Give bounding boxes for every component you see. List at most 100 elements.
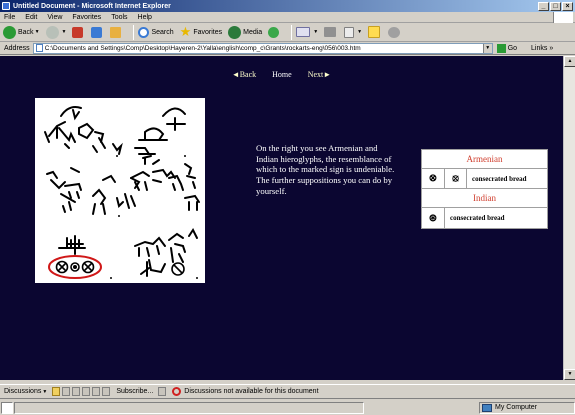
refresh-button[interactable] bbox=[91, 25, 104, 40]
chevron-down-icon[interactable]: ▼ bbox=[482, 43, 492, 53]
menu-favorites[interactable]: Favorites bbox=[72, 14, 101, 21]
messenger-button[interactable] bbox=[388, 25, 402, 40]
forward-button[interactable]: ▼ bbox=[45, 25, 67, 40]
go-button[interactable]: Go bbox=[496, 43, 518, 53]
stop-icon bbox=[72, 26, 84, 38]
standard-toolbar: Back ▼ ▼ Search ★ Favorites Media ▼ ▼ bbox=[0, 23, 575, 42]
discussion-tool-icon[interactable] bbox=[72, 387, 81, 396]
links-button[interactable]: Links » bbox=[531, 45, 553, 52]
scroll-up-icon[interactable]: ▲ bbox=[564, 56, 575, 67]
history-button[interactable] bbox=[268, 25, 281, 40]
page-content: ◄Back Home Next► On the right you see Ar… bbox=[0, 56, 563, 380]
discussion-tool-icon[interactable] bbox=[102, 387, 111, 396]
back-button[interactable]: Back ▼ bbox=[3, 25, 40, 40]
discussions-button[interactable]: Discussions ▼ bbox=[4, 388, 47, 395]
security-zone: My Computer bbox=[479, 401, 575, 414]
refresh-icon bbox=[91, 26, 103, 38]
search-button[interactable]: Search bbox=[138, 25, 174, 40]
status-bar: My Computer bbox=[0, 400, 575, 415]
go-label: Go bbox=[507, 44, 518, 52]
vertical-scrollbar[interactable]: ▲ ▼ bbox=[563, 56, 575, 380]
page-status-icon bbox=[1, 401, 13, 414]
search-label: Search bbox=[151, 28, 174, 36]
hieroglyph-comparison-table: Armenian ⊗ ⦻ consecrated bread Indian ⊛ … bbox=[421, 149, 548, 229]
new-discussion-icon[interactable] bbox=[52, 387, 61, 396]
not-available-icon bbox=[172, 387, 182, 396]
discussion-tool-icon[interactable] bbox=[92, 387, 101, 396]
mail-icon bbox=[296, 27, 311, 37]
printer-icon bbox=[324, 27, 337, 37]
nav-home-link[interactable]: Home bbox=[272, 70, 292, 79]
indian-meaning: consecrated bread bbox=[450, 214, 505, 222]
chevron-down-icon[interactable]: ▼ bbox=[313, 29, 318, 35]
title-bar: Untitled Document - Microsoft Internet E… bbox=[0, 0, 575, 12]
address-bar: Address C:\Documents and Settings\Comp\D… bbox=[0, 42, 575, 55]
zone-label: My Computer bbox=[495, 404, 538, 411]
ie-icon bbox=[2, 2, 10, 10]
media-icon bbox=[228, 25, 242, 39]
mail-button[interactable]: ▼ bbox=[296, 25, 318, 40]
menu-bar: File Edit View Favorites Tools Help bbox=[0, 12, 575, 23]
notes-button[interactable] bbox=[368, 25, 382, 40]
windows-logo-icon bbox=[553, 12, 573, 23]
indian-heading: Indian bbox=[422, 189, 547, 208]
description-text: On the right you see Armenian and Indian… bbox=[256, 143, 395, 196]
chevron-down-icon[interactable]: ▼ bbox=[62, 29, 67, 35]
edit-button[interactable]: ▼ bbox=[344, 25, 362, 40]
indian-row: ⊛ consecrated bread bbox=[422, 208, 547, 228]
print-button[interactable] bbox=[324, 25, 338, 40]
note-icon bbox=[368, 26, 381, 38]
chevron-down-icon: ▼ bbox=[42, 388, 48, 395]
subscribe-button[interactable]: Subscribe... bbox=[116, 388, 153, 395]
media-label: Media bbox=[243, 28, 263, 36]
close-button[interactable]: × bbox=[562, 1, 573, 11]
stop-button[interactable] bbox=[72, 25, 85, 40]
nav-next-link[interactable]: Next► bbox=[308, 70, 331, 79]
discussion-tool-icon[interactable] bbox=[62, 387, 71, 396]
home-button[interactable] bbox=[110, 25, 123, 40]
home-icon bbox=[110, 26, 122, 38]
window-title: Untitled Document - Microsoft Internet E… bbox=[13, 2, 171, 10]
toolbar-separator bbox=[291, 24, 293, 40]
discussion-tool-icon[interactable] bbox=[82, 387, 91, 396]
search-icon bbox=[138, 26, 150, 38]
menu-tools[interactable]: Tools bbox=[111, 14, 127, 21]
chevron-down-icon[interactable]: ▼ bbox=[357, 29, 362, 35]
menu-view[interactable]: View bbox=[47, 14, 62, 21]
menu-help[interactable]: Help bbox=[138, 14, 152, 21]
armenian-meaning: consecrated bread bbox=[472, 174, 527, 183]
circle-x-icon: ⦻ bbox=[445, 169, 467, 188]
back-arrow-icon bbox=[3, 25, 16, 39]
discussions-bar: Discussions ▼ Subscribe... Discussions n… bbox=[0, 384, 575, 399]
chevron-down-icon[interactable]: ▼ bbox=[35, 29, 40, 35]
back-label: Back bbox=[18, 28, 34, 36]
maximize-button[interactable]: □ bbox=[550, 1, 561, 11]
armenian-row: ⊗ ⦻ consecrated bread bbox=[422, 169, 547, 189]
discussions-label: Discussions bbox=[4, 388, 42, 395]
dotted-circle-icon: ⊛ bbox=[422, 208, 445, 228]
subscribe-label: Subscribe... bbox=[116, 388, 154, 395]
forward-arrow-icon bbox=[45, 25, 59, 39]
menu-edit[interactable]: Edit bbox=[25, 14, 37, 21]
armenian-heading: Armenian bbox=[422, 150, 547, 169]
go-arrow-icon bbox=[496, 43, 506, 53]
media-button[interactable]: Media bbox=[228, 25, 262, 40]
address-url: C:\Documents and Settings\Comp\Desktop\H… bbox=[44, 44, 361, 52]
favorites-label: Favorites bbox=[193, 28, 223, 36]
page-icon bbox=[35, 44, 43, 52]
links-label: Links bbox=[531, 44, 548, 52]
discussion-tool-icon[interactable] bbox=[158, 387, 167, 396]
discussions-notice: Discussions not available for this docum… bbox=[184, 388, 319, 395]
menu-file[interactable]: File bbox=[4, 14, 15, 21]
rock-art-image bbox=[35, 98, 205, 283]
nav-back-link[interactable]: ◄Back bbox=[232, 70, 256, 79]
toolbar-separator bbox=[133, 24, 135, 40]
address-input[interactable]: C:\Documents and Settings\Comp\Desktop\H… bbox=[32, 42, 493, 54]
edit-icon bbox=[344, 26, 355, 38]
history-icon bbox=[268, 26, 280, 38]
minimize-button[interactable]: _ bbox=[538, 1, 549, 11]
computer-icon bbox=[482, 403, 492, 412]
favorites-button[interactable]: ★ Favorites bbox=[179, 24, 223, 40]
scroll-down-icon[interactable]: ▼ bbox=[564, 369, 575, 380]
star-icon: ★ bbox=[179, 24, 192, 39]
